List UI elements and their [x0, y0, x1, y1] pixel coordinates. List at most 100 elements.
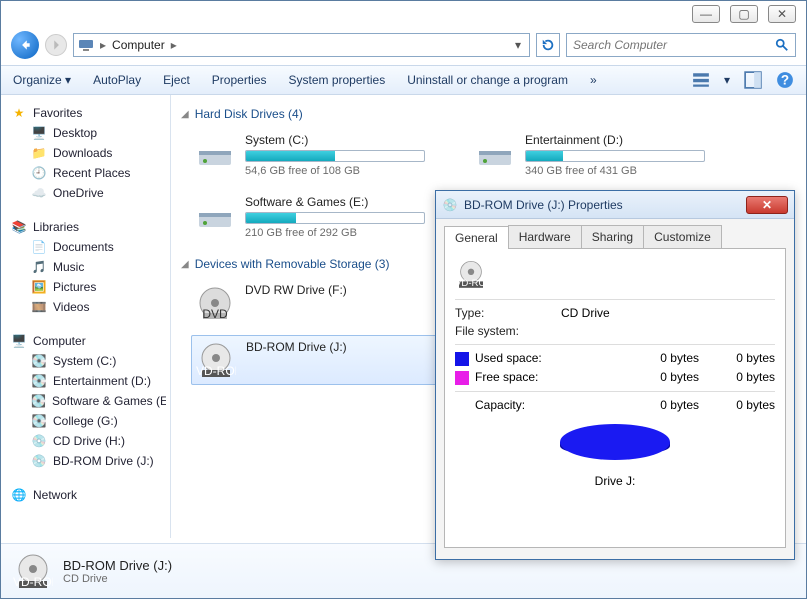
sidebar-item-downloads[interactable]: 📁Downloads	[5, 143, 166, 163]
free-bytes: 0 bytes	[581, 370, 699, 385]
svg-text:DVD: DVD	[202, 307, 228, 321]
tab-sharing[interactable]: Sharing	[581, 225, 644, 248]
tab-general[interactable]: General	[444, 226, 509, 249]
command-bar: Organize ▾ AutoPlay Eject Properties Sys…	[1, 65, 806, 95]
capacity-bar	[245, 150, 425, 162]
network-header[interactable]: 🌐Network	[5, 485, 166, 505]
maximize-button[interactable]: ▢	[730, 5, 758, 23]
toolbar-overflow[interactable]: »	[590, 73, 597, 87]
breadcrumb-sep: ▸	[100, 38, 106, 52]
group-hdd[interactable]: ◢Hard Disk Drives (4)	[181, 107, 796, 121]
used-swatch	[455, 352, 469, 366]
drive-free-text: 210 GB free of 292 GB	[245, 227, 425, 239]
help-button[interactable]: ?	[776, 71, 794, 89]
drive-name: Entertainment (D:)	[525, 133, 705, 147]
svg-text:DVD-ROM: DVD-ROM	[196, 364, 236, 378]
sidebar-item-drive-h[interactable]: 💿CD Drive (H:)	[5, 431, 166, 451]
drive-name: DVD RW Drive (F:)	[245, 283, 347, 297]
preview-pane-button[interactable]	[744, 71, 762, 89]
tab-customize[interactable]: Customize	[643, 225, 722, 248]
network-icon: 🌐	[11, 487, 27, 503]
capacity-bytes-2: 0 bytes	[715, 398, 775, 412]
capacity-bar	[245, 212, 425, 224]
search-input[interactable]	[573, 38, 775, 52]
search-box[interactable]	[566, 33, 796, 57]
drive-tile-c[interactable]: System (C:) 54,6 GB free of 108 GB	[191, 129, 441, 181]
pictures-icon: 🖼️	[31, 279, 47, 295]
svg-text:DVD-ROM: DVD-ROM	[455, 278, 487, 289]
properties-button[interactable]: Properties	[212, 73, 267, 87]
tab-hardware[interactable]: Hardware	[508, 225, 582, 248]
type-label: Type:	[455, 306, 545, 320]
drive-name: Software & Games (E:)	[245, 195, 425, 209]
sidebar-item-drive-c[interactable]: 💽System (C:)	[5, 351, 166, 371]
sidebar-item-documents[interactable]: 📄Documents	[5, 237, 166, 257]
drive-free-text: 340 GB free of 431 GB	[525, 165, 705, 177]
view-options-button[interactable]	[692, 71, 710, 89]
music-icon: 🎵	[31, 259, 47, 275]
sidebar-item-drive-e[interactable]: 💽Software & Games (E:)	[5, 391, 166, 411]
address-dropdown[interactable]: ▾	[511, 38, 525, 52]
sidebar-item-onedrive[interactable]: ☁️OneDrive	[5, 183, 166, 203]
sidebar-item-desktop[interactable]: 🖥️Desktop	[5, 123, 166, 143]
drive-name: BD-ROM Drive (J:)	[246, 340, 347, 354]
drive-tile-d[interactable]: Entertainment (D:) 340 GB free of 431 GB	[471, 129, 721, 181]
capacity-bytes: 0 bytes	[581, 398, 699, 412]
navigation-bar: ▸ Computer ▸ ▾	[11, 31, 796, 59]
drive-free-text: 54,6 GB free of 108 GB	[245, 165, 425, 177]
sidebar-item-recent[interactable]: 🕘Recent Places	[5, 163, 166, 183]
back-button[interactable]	[11, 31, 39, 59]
onedrive-icon: ☁️	[31, 185, 47, 201]
sidebar-item-music[interactable]: 🎵Music	[5, 257, 166, 277]
tab-page-general: DVD-ROM Type:CD Drive File system: Used …	[444, 248, 786, 548]
sidebar-item-drive-d[interactable]: 💽Entertainment (D:)	[5, 371, 166, 391]
favorites-header[interactable]: ★Favorites	[5, 103, 166, 123]
drive-tile-f[interactable]: DVD DVD RW Drive (F:)	[191, 279, 441, 327]
refresh-button[interactable]	[536, 33, 560, 57]
sidebar-item-pictures[interactable]: 🖼️Pictures	[5, 277, 166, 297]
minimize-button[interactable]: —	[692, 5, 720, 23]
forward-button[interactable]	[45, 34, 67, 56]
free-bytes-2: 0 bytes	[715, 370, 775, 385]
breadcrumb-root[interactable]: Computer	[112, 38, 165, 52]
downloads-icon: 📁	[31, 145, 47, 161]
drive-icon: 💽	[31, 353, 47, 369]
bdrom-icon: 💿	[31, 453, 47, 469]
autoplay-button[interactable]: AutoPlay	[93, 73, 141, 87]
eject-button[interactable]: Eject	[163, 73, 190, 87]
drive-tile-e[interactable]: Software & Games (E:) 210 GB free of 292…	[191, 191, 441, 243]
computer-header[interactable]: 🖥️Computer	[5, 331, 166, 351]
computer-icon	[78, 37, 94, 53]
drive-tile-j[interactable]: DVD-ROM BD-ROM Drive (J:)	[191, 335, 441, 385]
dialog-titlebar[interactable]: 💿 BD-ROM Drive (J:) Properties ✕	[436, 191, 794, 219]
details-name: BD-ROM Drive (J:)	[63, 558, 172, 573]
favorites-icon: ★	[11, 105, 27, 121]
view-dropdown[interactable]: ▾	[724, 73, 730, 87]
navigation-pane: ★Favorites 🖥️Desktop 📁Downloads 🕘Recent …	[1, 95, 171, 538]
close-button[interactable]: ✕	[768, 5, 796, 23]
dialog-tabs: General Hardware Sharing Customize	[436, 219, 794, 248]
drive-icon: 💽	[31, 393, 46, 409]
dialog-close-button[interactable]: ✕	[746, 196, 788, 214]
address-bar[interactable]: ▸ Computer ▸ ▾	[73, 33, 530, 57]
libraries-header[interactable]: 📚Libraries	[5, 217, 166, 237]
uninstall-button[interactable]: Uninstall or change a program	[407, 73, 568, 87]
breadcrumb-sep-2: ▸	[171, 38, 177, 52]
recent-icon: 🕘	[31, 165, 47, 181]
sidebar-item-videos[interactable]: 🎞️Videos	[5, 297, 166, 317]
organize-menu[interactable]: Organize ▾	[13, 73, 71, 87]
svg-text:?: ?	[781, 73, 789, 88]
sidebar-item-drive-g[interactable]: 💽College (G:)	[5, 411, 166, 431]
drive-icon: 💽	[31, 373, 47, 389]
sidebar-item-drive-j[interactable]: 💿BD-ROM Drive (J:)	[5, 451, 166, 471]
system-properties-button[interactable]: System properties	[289, 73, 386, 87]
details-type: CD Drive	[63, 573, 172, 585]
desktop-icon: 🖥️	[31, 125, 47, 141]
dialog-drive-icon: 💿	[442, 197, 458, 213]
used-label: Used space:	[475, 351, 542, 365]
drive-name: System (C:)	[245, 133, 425, 147]
computer-tree-icon: 🖥️	[11, 333, 27, 349]
search-icon	[775, 38, 789, 52]
videos-icon: 🎞️	[31, 299, 47, 315]
used-bytes: 0 bytes	[581, 351, 699, 366]
